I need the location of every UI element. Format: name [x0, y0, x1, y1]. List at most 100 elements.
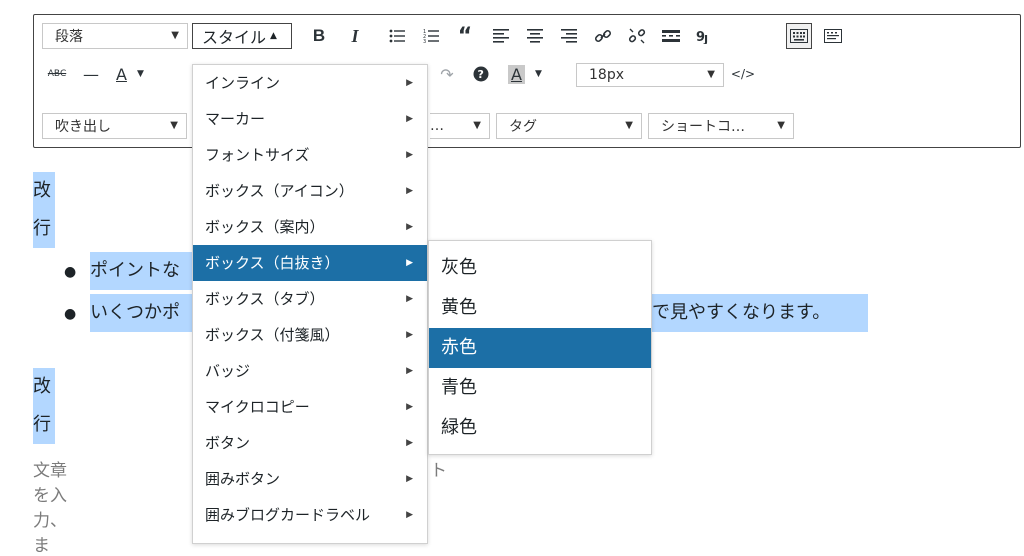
- redo-button[interactable]: ↷: [434, 61, 460, 87]
- italic-label: I: [351, 25, 359, 46]
- panel-icon: [824, 29, 842, 43]
- caret-up-icon: ▲: [270, 31, 277, 41]
- shortcode-panel-button[interactable]: [820, 23, 846, 49]
- submenu-item-blue[interactable]: 青色: [429, 368, 651, 408]
- strikethrough-button[interactable]: ABC: [44, 61, 70, 87]
- menu-item-label: バッジ: [205, 362, 251, 380]
- paragraph[interactable]: 改行: [33, 368, 55, 444]
- chevron-down-icon: ▼: [473, 120, 481, 131]
- list-item[interactable]: いくつかポ: [90, 294, 200, 332]
- submenu-item-red[interactable]: 赤色: [429, 328, 651, 368]
- menu-item-inline[interactable]: インライン ▶: [193, 65, 427, 101]
- help-icon: ?: [473, 66, 489, 82]
- remove-link-button[interactable]: [624, 23, 650, 49]
- chevron-right-icon: ▶: [406, 294, 413, 304]
- shortcode-select[interactable]: ショートコ… ▼: [648, 113, 794, 139]
- bold-label: B: [312, 26, 326, 45]
- text-color-label: A: [116, 64, 127, 84]
- background-color-button[interactable]: A ▼: [508, 61, 556, 87]
- menu-item-marker[interactable]: マーカー ▶: [193, 101, 427, 137]
- menu-item-box-guide[interactable]: ボックス（案内） ▶: [193, 209, 427, 245]
- toggle-toolbar-button[interactable]: [786, 23, 812, 49]
- menu-item-outline-button[interactable]: 囲みボタン ▶: [193, 461, 427, 497]
- list-item-continuation[interactable]: で見やすくなります。: [652, 294, 868, 332]
- align-right-button[interactable]: [556, 23, 582, 49]
- numbered-list-icon: 123: [423, 29, 439, 44]
- code-button[interactable]: </>: [730, 61, 756, 87]
- horizontal-line-glyph: —: [83, 64, 99, 84]
- bold-button[interactable]: B: [306, 23, 332, 49]
- chevron-down-icon: ▼: [777, 120, 785, 131]
- paragraph[interactable]: 改行: [33, 172, 55, 248]
- chevron-right-icon: ▶: [406, 150, 413, 160]
- text-color-button[interactable]: A ▼: [116, 61, 156, 87]
- svg-text:J: J: [703, 33, 708, 44]
- list-item-text: ポイントな: [90, 260, 180, 281]
- submenu-item-gray[interactable]: 灰色: [429, 248, 651, 288]
- menu-item-badge[interactable]: バッジ ▶: [193, 353, 427, 389]
- format-select[interactable]: 段落 ▼: [42, 23, 188, 49]
- placeholder-text-right: ト: [430, 461, 447, 481]
- font-size-value: 18px: [589, 67, 624, 83]
- quote-icon: “: [457, 23, 473, 49]
- help-button[interactable]: ?: [468, 61, 494, 87]
- menu-item-label: ボックス（付箋風）: [205, 326, 340, 344]
- read-more-icon: [662, 30, 680, 42]
- partial-select[interactable]: … ▼: [430, 113, 490, 139]
- submenu-item-green[interactable]: 緑色: [429, 408, 651, 448]
- menu-item-button[interactable]: ボタン ▶: [193, 425, 427, 461]
- paste-button[interactable]: 9J: [692, 23, 718, 49]
- menu-item-label: インライン: [205, 74, 281, 92]
- blockquote-button[interactable]: “: [452, 23, 478, 49]
- align-center-button[interactable]: [522, 23, 548, 49]
- menu-item-box-outline[interactable]: ボックス（白抜き） ▶: [193, 245, 427, 281]
- menu-item-label: ボックス（タブ）: [205, 290, 325, 308]
- align-right-icon: [561, 29, 577, 43]
- style-menu-button[interactable]: スタイル ▲: [192, 23, 292, 49]
- svg-text:?: ?: [478, 68, 484, 81]
- align-left-button[interactable]: [488, 23, 514, 49]
- numbered-list-button[interactable]: 123: [418, 23, 444, 49]
- chevron-right-icon: ▶: [406, 474, 413, 484]
- submenu-item-label: 青色: [441, 377, 477, 398]
- font-size-select[interactable]: 18px ▼: [576, 63, 724, 87]
- submenu-item-yellow[interactable]: 黄色: [429, 288, 651, 328]
- background-color-label: A: [508, 64, 525, 84]
- menu-item-blogcard-label[interactable]: 囲みブログカードラベル ▶: [193, 497, 427, 533]
- menu-item-font-size[interactable]: フォントサイズ ▶: [193, 137, 427, 173]
- submenu-item-label: 赤色: [441, 337, 477, 358]
- svg-text:3: 3: [423, 39, 426, 44]
- chevron-down-icon: ▼: [534, 69, 542, 79]
- chevron-right-icon: ▶: [406, 438, 413, 448]
- insert-link-button[interactable]: [590, 23, 616, 49]
- menu-item-label: 囲みブログカードラベル: [205, 506, 371, 524]
- submenu-item-label: 緑色: [441, 417, 477, 438]
- menu-item-label: マイクロコピー: [205, 398, 310, 416]
- menu-item-label: ボタン: [205, 434, 251, 452]
- read-more-button[interactable]: [658, 23, 684, 49]
- chevron-down-icon: ▼: [136, 69, 144, 79]
- unlink-icon: [628, 28, 646, 44]
- horizontal-line-button[interactable]: —: [78, 61, 104, 87]
- paste-icon: 9J: [696, 30, 708, 44]
- tag-select[interactable]: タグ ▼: [496, 113, 642, 139]
- chevron-right-icon: ▶: [406, 402, 413, 412]
- bullet-dot: ●: [64, 264, 77, 280]
- italic-button[interactable]: I: [342, 23, 368, 49]
- speech-bubble-select[interactable]: 吹き出し ▼: [42, 113, 187, 139]
- bullet-dot: ●: [64, 306, 77, 322]
- code-icon: </>: [730, 67, 756, 81]
- editor-toolbar: 段落 ▼ スタイル ▲ B I 123 “ 9J ABC — A ▼ ↷ ? A…: [33, 14, 1021, 148]
- menu-item-box-tab[interactable]: ボックス（タブ） ▶: [193, 281, 427, 317]
- list-item[interactable]: ポイントな: [90, 252, 200, 290]
- menu-item-microcopy[interactable]: マイクロコピー ▶: [193, 389, 427, 425]
- placeholder-text-left: 文章を入力、ま: [33, 461, 67, 556]
- color-submenu: 灰色 黄色 赤色 青色 緑色: [428, 240, 652, 455]
- redo-icon: ↷: [440, 64, 454, 84]
- menu-item-box-icon[interactable]: ボックス（アイコン） ▶: [193, 173, 427, 209]
- paragraph-text: 改行: [33, 376, 51, 435]
- bullet-list-button[interactable]: [384, 23, 410, 49]
- paragraph-text: 改行: [33, 180, 51, 239]
- placeholder-text: 文章を入力、ま: [33, 456, 67, 556]
- menu-item-box-sticky[interactable]: ボックス（付箋風） ▶: [193, 317, 427, 353]
